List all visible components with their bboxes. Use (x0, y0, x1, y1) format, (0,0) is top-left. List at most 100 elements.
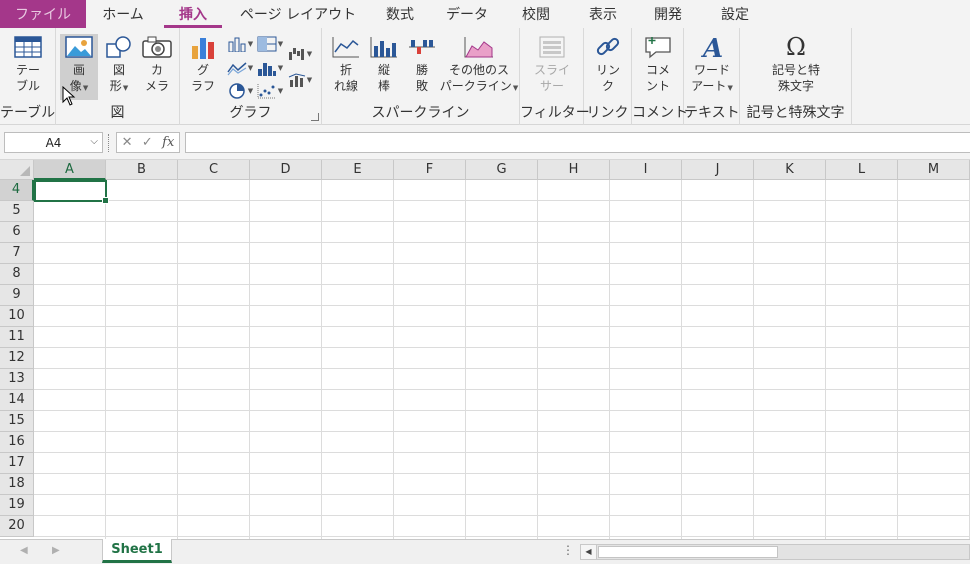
sparkline-winloss-button[interactable]: 勝 敗 (404, 34, 440, 100)
omega-icon: Ω (786, 33, 806, 61)
slicer-button[interactable]: スライ サー (528, 34, 576, 100)
column-chart-button[interactable]: ▼ (226, 34, 254, 54)
sparkline-column-button[interactable]: 縦 棒 (366, 34, 402, 100)
shapes-button[interactable]: 図 形▼ (100, 34, 138, 100)
tab-data[interactable]: データ (430, 0, 504, 28)
mouse-cursor-icon (62, 86, 76, 106)
row-header-18[interactable]: 18 (0, 474, 34, 495)
treemap-icon (257, 36, 277, 52)
row-header-11[interactable]: 11 (0, 327, 34, 348)
column-header-l[interactable]: L (826, 160, 898, 180)
camera-button[interactable]: カ メラ (138, 34, 176, 100)
row-header-12[interactable]: 12 (0, 348, 34, 369)
column-header-d[interactable]: D (250, 160, 322, 180)
row-header-4[interactable]: 4 (0, 180, 34, 201)
tab-view[interactable]: 表示 (568, 0, 638, 28)
insert-function-icon[interactable]: fx (162, 135, 174, 150)
row-header-19[interactable]: 19 (0, 495, 34, 516)
group-comments-label: コメント (632, 105, 688, 121)
row-header-5[interactable]: 5 (0, 201, 34, 222)
active-cell[interactable] (34, 180, 109, 204)
pie-chart-icon (229, 83, 245, 99)
row-header-16[interactable]: 16 (0, 432, 34, 453)
tab-home[interactable]: ホーム (86, 0, 160, 28)
ribbon-tabbar: ファイル ホーム 挿入 ページ レイアウト 数式 データ 校閲 表示 開発 設定 (0, 0, 970, 28)
spreadsheet-grid[interactable]: ABCDEFGHIJKLM 4 5 6 7 8 9 10 11 12 13 14 15 16 17 18 19… (0, 160, 970, 539)
column-header-k[interactable]: K (754, 160, 826, 180)
column-header-a[interactable]: A (34, 160, 106, 180)
pie-chart-button[interactable]: ▼ (226, 81, 254, 101)
row-header-15[interactable]: 15 (0, 411, 34, 432)
table-button[interactable]: テー ブル (6, 34, 50, 100)
tab-developer[interactable]: 開発 (638, 0, 698, 28)
waterfall-chart-button[interactable]: ▼ (286, 44, 314, 64)
sheet-tab-sheet1[interactable]: Sheet1 (102, 539, 172, 563)
tab-settings[interactable]: 設定 (698, 0, 772, 28)
column-header-h[interactable]: H (538, 160, 610, 180)
chart-button-label-1: グ (196, 63, 209, 77)
sparkline-column-label-2: 棒 (377, 79, 390, 93)
shapes-icon (104, 34, 134, 60)
link-button[interactable]: リン ク (590, 34, 626, 100)
row-header-17[interactable]: 17 (0, 453, 34, 474)
column-header-c[interactable]: C (178, 160, 250, 180)
name-box[interactable]: A4 ⌵ (4, 132, 103, 153)
row-header-8[interactable]: 8 (0, 264, 34, 285)
group-table-label: テーブル (0, 105, 56, 121)
row-header-9[interactable]: 9 (0, 285, 34, 306)
wordart-button[interactable]: A ワード アート▼ (688, 34, 736, 100)
table-button-label-2: ブル (15, 79, 40, 93)
column-header-i[interactable]: I (610, 160, 682, 180)
tab-file[interactable]: ファイル (0, 0, 86, 28)
column-header-m[interactable]: M (898, 160, 970, 180)
formula-input[interactable] (185, 132, 970, 153)
tab-review[interactable]: 校閲 (504, 0, 568, 28)
comment-button-label-2: ント (645, 79, 670, 93)
enter-icon[interactable]: ✓ (142, 135, 153, 150)
tab-split-handle[interactable]: ⋮ (562, 543, 574, 557)
camera-icon (142, 34, 172, 60)
row-header-13[interactable]: 13 (0, 369, 34, 390)
link-button-label-2: ク (601, 79, 614, 93)
combo-chart-button[interactable]: ▼ (286, 70, 314, 90)
sparkline-line-button[interactable]: 折 れ線 (328, 34, 364, 100)
sparkline-column-label-1: 縦 (377, 63, 390, 77)
row-header-14[interactable]: 14 (0, 390, 34, 411)
row-header-6[interactable]: 6 (0, 222, 34, 243)
group-charts-label: グラフ (229, 105, 272, 121)
cell-area[interactable] (34, 180, 970, 539)
symbol-button[interactable]: Ω 記号と特 殊文字 (760, 34, 832, 100)
hierarchy-chart-button[interactable]: ▼ (256, 34, 284, 54)
cancel-icon[interactable]: ✕ (122, 135, 133, 150)
group-links: リン ク リンク (584, 28, 632, 125)
sparkline-other-label-1: その他のス (448, 63, 509, 77)
horizontal-scrollbar[interactable]: ◀ (580, 544, 970, 560)
group-sparklines-label: スパークライン (371, 105, 470, 121)
chart-button-label-2: ラフ (190, 79, 215, 93)
next-sheet-icon[interactable]: ▶ (52, 545, 60, 556)
scroll-left-icon[interactable]: ◀ (581, 545, 597, 559)
sparkline-other-button[interactable]: その他のス パークライン▼ (440, 34, 518, 100)
column-header-e[interactable]: E (322, 160, 394, 180)
formula-bar-splitter[interactable] (108, 134, 111, 152)
select-all-button[interactable] (0, 160, 34, 180)
column-header-g[interactable]: G (466, 160, 538, 180)
recommended-chart-button[interactable]: グ ラフ (184, 34, 222, 100)
stat-chart-button[interactable]: ▼ (256, 58, 284, 78)
tab-insert[interactable]: 挿入 (160, 0, 226, 28)
tab-formulas[interactable]: 数式 (370, 0, 430, 28)
column-header-f[interactable]: F (394, 160, 466, 180)
row-header-10[interactable]: 10 (0, 306, 34, 327)
comment-button[interactable]: コメ ント (639, 34, 677, 100)
row-header-7[interactable]: 7 (0, 243, 34, 264)
row-header-20[interactable]: 20 (0, 516, 34, 537)
line-chart-button[interactable]: ▼ (226, 58, 254, 78)
column-header-j[interactable]: J (682, 160, 754, 180)
tab-page-layout[interactable]: ページ レイアウト (226, 0, 370, 28)
chevron-down-icon[interactable]: ⌵ (90, 136, 98, 147)
scatter-chart-button[interactable]: ▼ (256, 81, 284, 101)
column-header-b[interactable]: B (106, 160, 178, 180)
group-filters: スライ サー フィルター (520, 28, 590, 125)
prev-sheet-icon[interactable]: ◀ (20, 545, 28, 556)
scroll-thumb[interactable] (598, 546, 778, 558)
